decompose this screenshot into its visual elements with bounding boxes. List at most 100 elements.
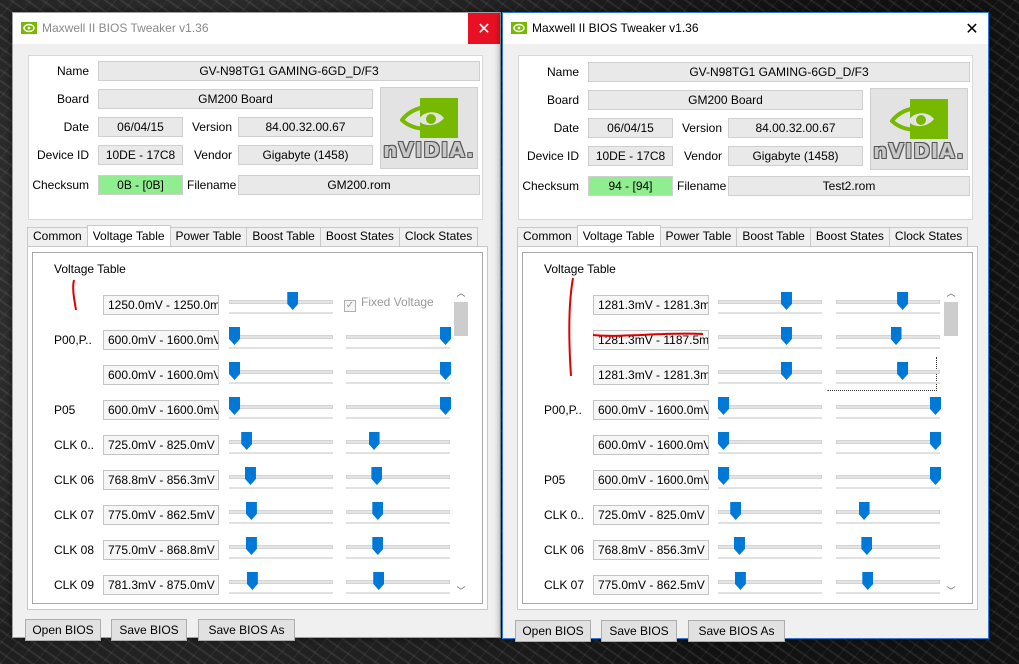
- save-bios-button[interactable]: Save BIOS: [601, 620, 677, 642]
- checksum-field[interactable]: 0B - [0B]: [98, 175, 183, 195]
- min-voltage-slider[interactable]: [229, 572, 333, 594]
- min-voltage-slider[interactable]: [718, 432, 822, 454]
- slider-thumb[interactable]: [930, 467, 941, 485]
- save-bios-button[interactable]: Save BIOS: [111, 619, 187, 641]
- max-voltage-slider[interactable]: [346, 327, 451, 349]
- max-voltage-slider[interactable]: [836, 362, 940, 384]
- min-voltage-slider[interactable]: [718, 362, 822, 384]
- vendor-field[interactable]: Gigabyte (1458): [238, 145, 373, 165]
- tab-power-table[interactable]: Power Table: [169, 227, 248, 246]
- max-voltage-slider[interactable]: [836, 537, 940, 559]
- slider-thumb[interactable]: [287, 292, 299, 310]
- slider-thumb[interactable]: [440, 362, 451, 380]
- slider-thumb[interactable]: [897, 292, 909, 310]
- scroll-up-arrow-icon[interactable]: ︿: [453, 286, 469, 300]
- max-voltage-slider[interactable]: [346, 362, 451, 384]
- tab-boost-states[interactable]: Boost States: [809, 227, 890, 246]
- min-voltage-slider[interactable]: [229, 327, 333, 349]
- bios-tweaker-window-right[interactable]: Maxwell II BIOS Tweaker v1.36 ✕ Name GV-…: [502, 12, 989, 642]
- min-voltage-slider[interactable]: [718, 572, 822, 594]
- tab-clock-states[interactable]: Clock States: [888, 227, 969, 246]
- max-voltage-slider[interactable]: [346, 432, 450, 454]
- max-voltage-slider[interactable]: [346, 572, 450, 594]
- device-id-field[interactable]: 10DE - 17C8: [588, 146, 673, 166]
- save-bios-as-button[interactable]: Save BIOS As: [688, 620, 785, 642]
- slider-thumb[interactable]: [244, 467, 256, 485]
- min-voltage-slider[interactable]: [718, 397, 822, 419]
- max-voltage-slider[interactable]: [346, 537, 450, 559]
- scroll-down-arrow-icon[interactable]: ﹀: [453, 584, 469, 598]
- voltage-range-field[interactable]: 775.0mV - 862.5mV: [103, 505, 219, 525]
- voltage-range-field[interactable]: 600.0mV - 1600.0mV: [593, 435, 709, 455]
- bios-tweaker-window-left[interactable]: Maxwell II BIOS Tweaker v1.36 ✕ Name GV-…: [12, 12, 501, 641]
- voltage-range-field[interactable]: 768.8mV - 856.3mV: [593, 540, 709, 560]
- min-voltage-slider[interactable]: [229, 432, 333, 454]
- max-voltage-slider[interactable]: [836, 572, 940, 594]
- save-bios-as-button[interactable]: Save BIOS As: [198, 619, 295, 641]
- scrollbar-thumb[interactable]: [944, 302, 958, 336]
- open-bios-button[interactable]: Open BIOS: [515, 620, 591, 642]
- filename-field[interactable]: Test2.rom: [728, 176, 970, 196]
- voltage-range-field[interactable]: 775.0mV - 868.8mV: [103, 540, 219, 560]
- max-voltage-slider[interactable]: [346, 397, 451, 419]
- voltage-range-field[interactable]: 725.0mV - 825.0mV: [593, 505, 709, 525]
- min-voltage-slider[interactable]: [229, 362, 333, 384]
- vendor-field[interactable]: Gigabyte (1458): [728, 146, 863, 166]
- scrollbar-thumb[interactable]: [454, 302, 468, 336]
- slider-thumb[interactable]: [371, 467, 383, 485]
- tab-boost-states[interactable]: Boost States: [319, 227, 400, 246]
- tab-power-table[interactable]: Power Table: [659, 227, 738, 246]
- slider-thumb[interactable]: [862, 572, 874, 590]
- board-field[interactable]: GM200 Board: [588, 90, 863, 110]
- slider-thumb[interactable]: [241, 432, 253, 450]
- slider-thumb[interactable]: [440, 397, 451, 415]
- title-bar[interactable]: Maxwell II BIOS Tweaker v1.36 ✕: [13, 13, 500, 44]
- min-voltage-slider[interactable]: [229, 537, 333, 559]
- slider-thumb[interactable]: [930, 397, 941, 415]
- slider-thumb[interactable]: [440, 327, 451, 345]
- max-voltage-slider[interactable]: [836, 467, 941, 489]
- tab-common[interactable]: Common: [517, 227, 578, 246]
- slider-thumb[interactable]: [890, 327, 902, 345]
- slider-thumb[interactable]: [780, 362, 792, 380]
- min-voltage-slider[interactable]: [229, 467, 333, 489]
- voltage-range-field[interactable]: 600.0mV - 1600.0mV: [593, 470, 709, 490]
- slider-thumb[interactable]: [245, 502, 257, 520]
- close-button[interactable]: ✕: [956, 13, 988, 44]
- slider-thumb[interactable]: [229, 397, 240, 415]
- slider-thumb[interactable]: [718, 397, 729, 415]
- min-voltage-slider[interactable]: [718, 502, 822, 524]
- slider-thumb[interactable]: [733, 537, 745, 555]
- vertical-scrollbar[interactable]: ︿ ﹀: [453, 286, 469, 598]
- version-field[interactable]: 84.00.32.00.67: [238, 117, 373, 137]
- max-voltage-slider[interactable]: [346, 502, 450, 524]
- slider-thumb[interactable]: [229, 327, 240, 345]
- slider-thumb[interactable]: [897, 362, 909, 380]
- date-field[interactable]: 06/04/15: [588, 118, 673, 138]
- max-voltage-slider[interactable]: [836, 502, 940, 524]
- slider-thumb[interactable]: [229, 362, 240, 380]
- max-voltage-slider[interactable]: [836, 432, 941, 454]
- tab-common[interactable]: Common: [27, 227, 88, 246]
- name-field[interactable]: GV-N98TG1 GAMING-6GD_D/F3: [588, 62, 970, 82]
- date-field[interactable]: 06/04/15: [98, 117, 183, 137]
- slider-thumb[interactable]: [780, 292, 792, 310]
- voltage-range-field[interactable]: 600.0mV - 1600.0mV: [593, 400, 709, 420]
- tab-boost-table[interactable]: Boost Table: [246, 227, 321, 246]
- tab-voltage-table[interactable]: Voltage Table: [86, 225, 171, 246]
- slider-thumb[interactable]: [246, 572, 258, 590]
- voltage-range-field[interactable]: 768.8mV - 856.3mV: [103, 470, 219, 490]
- title-bar[interactable]: Maxwell II BIOS Tweaker v1.36 ✕: [503, 13, 988, 44]
- min-voltage-slider[interactable]: [718, 327, 822, 349]
- tab-boost-table[interactable]: Boost Table: [736, 227, 811, 246]
- min-voltage-slider[interactable]: [718, 537, 822, 559]
- min-voltage-slider[interactable]: [229, 397, 333, 419]
- open-bios-button[interactable]: Open BIOS: [25, 619, 101, 641]
- board-field[interactable]: GM200 Board: [98, 89, 373, 109]
- scroll-up-arrow-icon[interactable]: ︿: [943, 286, 959, 300]
- min-voltage-slider[interactable]: [718, 467, 822, 489]
- max-voltage-slider[interactable]: [836, 292, 940, 314]
- slider-thumb[interactable]: [373, 572, 385, 590]
- slider-thumb[interactable]: [372, 502, 384, 520]
- voltage-range-field[interactable]: 775.0mV - 862.5mV: [593, 575, 709, 595]
